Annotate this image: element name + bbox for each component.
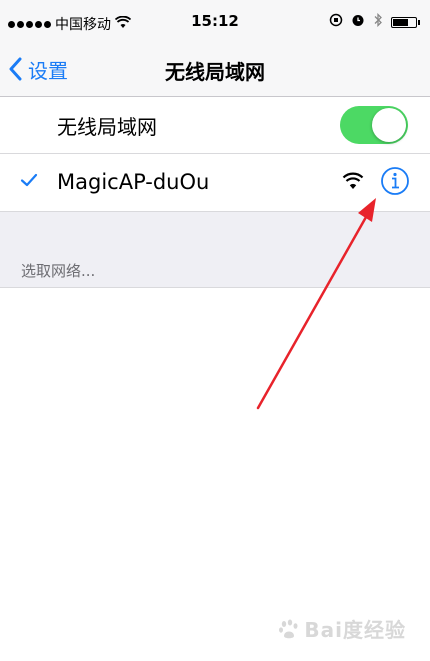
wifi-signal-icon (342, 172, 364, 190)
navigation-bar: 设置 无线局域网 (0, 44, 430, 97)
alarm-icon (351, 13, 365, 31)
status-bar: 中国移动 15:12 (0, 0, 430, 44)
wifi-toggle-label: 无线局域网 (57, 114, 157, 139)
network-name: MagicAP-duOu (57, 170, 210, 194)
wifi-settings-screen: 中国移动 15:12 设置 无线局域网 无线局域网 MagicAP-duOu 选… (0, 0, 430, 661)
info-icon[interactable] (380, 166, 410, 196)
orientation-lock-icon (329, 13, 343, 31)
battery-icon (391, 16, 420, 28)
toggle-knob (372, 108, 406, 142)
choose-network-header: 选取网络... (0, 211, 430, 288)
wifi-toggle-row: 无线局域网 (0, 97, 430, 154)
baidu-paw-icon (279, 619, 298, 638)
bluetooth-icon (373, 12, 383, 31)
choose-network-label: 选取网络... (21, 262, 96, 280)
watermark: Bai度经验 (278, 614, 406, 643)
watermark-text: Bai度经验 (304, 618, 406, 642)
connected-network-row[interactable]: MagicAP-duOu (0, 154, 430, 210)
wifi-toggle-switch[interactable] (340, 106, 408, 144)
checkmark-icon (18, 169, 40, 191)
status-right (329, 12, 420, 31)
page-title: 无线局域网 (165, 60, 265, 84)
wifi-table: 无线局域网 MagicAP-duOu (0, 97, 430, 210)
